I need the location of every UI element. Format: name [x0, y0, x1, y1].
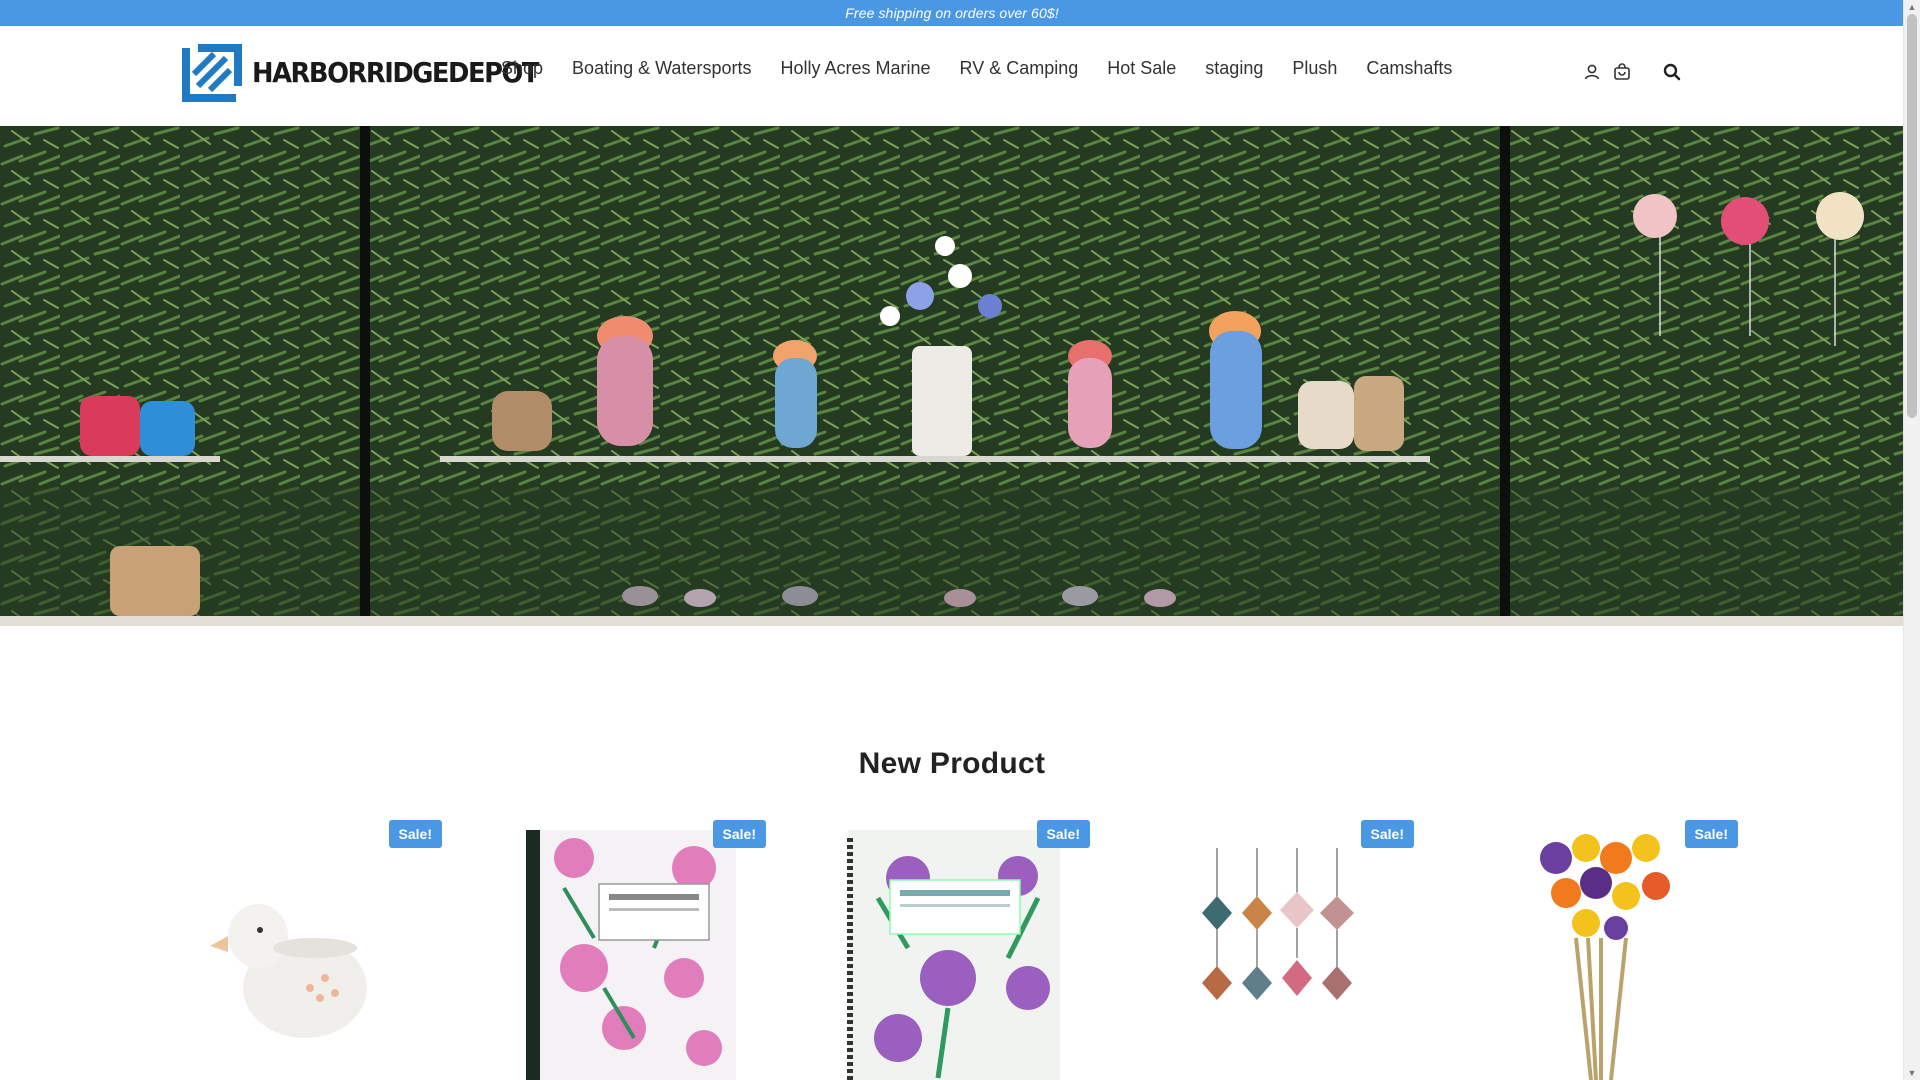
product-card[interactable]: Sale!: [1476, 818, 1738, 1080]
main-nav: Shop Boating & Watersports Holly Acres M…: [501, 58, 1452, 79]
announcement-bar: Free shipping on orders over 60$!: [0, 0, 1904, 26]
product-card[interactable]: Sale!: [504, 818, 766, 1080]
nav-item-holly-acres-marine[interactable]: Holly Acres Marine: [780, 58, 930, 79]
nav-item-plush[interactable]: Plush: [1292, 58, 1337, 79]
announcement-text: Free shipping on orders over 60$!: [845, 5, 1059, 21]
sale-badge: Sale!: [1036, 820, 1090, 848]
sale-badge: Sale!: [712, 820, 766, 848]
nav-item-rv-camping[interactable]: RV & Camping: [960, 58, 1079, 79]
product-card[interactable]: Sale!: [1152, 818, 1414, 1080]
nav-item-staging[interactable]: staging: [1205, 58, 1263, 79]
hero-image: [0, 126, 1904, 626]
scroll-up-arrow-icon[interactable]: ▲: [1907, 2, 1917, 12]
product-grid: Sale! Sale! Sale! Sale! Sale!: [0, 818, 1904, 1080]
product-image-purple-notebook: [847, 830, 1060, 1080]
site-header: HARBORRIDGEDEPOT Shop Boating & Waterspo…: [0, 26, 1904, 126]
nav-item-hot-sale[interactable]: Hot Sale: [1107, 58, 1176, 79]
nav-item-shop[interactable]: Shop: [501, 58, 543, 79]
search-icon[interactable]: [1660, 60, 1684, 84]
hero-banner[interactable]: [0, 126, 1904, 626]
sale-badge: Sale!: [1360, 820, 1414, 848]
sale-badge: Sale!: [388, 820, 442, 848]
scroll-thumb[interactable]: [1907, 14, 1917, 418]
logo-icon: [182, 42, 242, 102]
brand-name: HARBORRIDGEDEPOT: [252, 55, 540, 89]
user-icon[interactable]: [1580, 60, 1604, 84]
page: Free shipping on orders over 60$! HARBOR…: [0, 0, 1904, 1080]
sale-badge: Sale!: [1684, 820, 1738, 848]
product-image-pink-notebook: [526, 830, 736, 1080]
product-card[interactable]: Sale!: [828, 818, 1090, 1080]
section-title: New Product: [858, 746, 1046, 780]
cart-icon[interactable]: [1610, 60, 1634, 84]
nav-item-camshafts[interactable]: Camshafts: [1366, 58, 1452, 79]
product-image-dried-flowers: [1540, 834, 1670, 1080]
vertical-scrollbar[interactable]: ▲ ▼: [1903, 0, 1920, 1080]
scroll-down-arrow-icon[interactable]: ▼: [1907, 1068, 1917, 1078]
product-image-ornaments: [1202, 848, 1354, 1000]
header-actions: [1580, 60, 1684, 84]
product-image-duck-planter: [210, 904, 367, 1038]
nav-item-boating-watersports[interactable]: Boating & Watersports: [572, 58, 751, 79]
product-card[interactable]: Sale!: [180, 818, 442, 1080]
